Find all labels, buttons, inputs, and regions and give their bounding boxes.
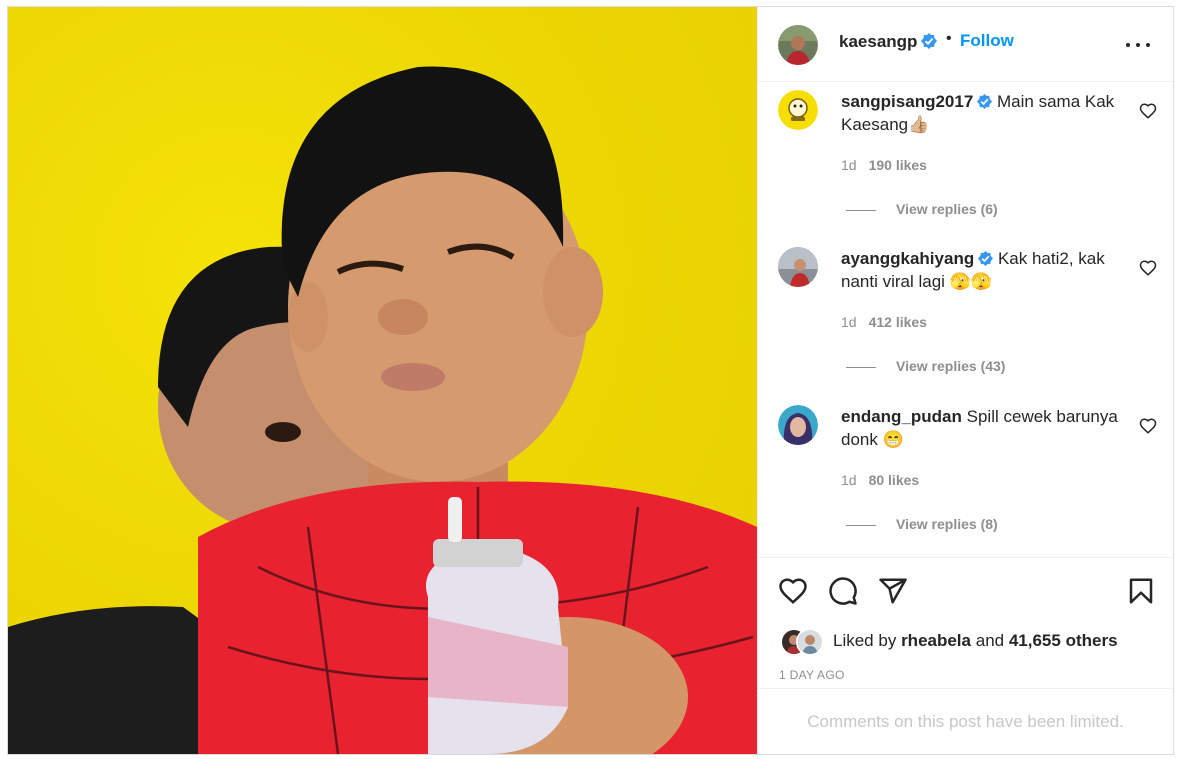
comments-limited-notice: Comments on this post have been limited.: [758, 688, 1173, 755]
header-separator: •: [946, 30, 952, 47]
view-replies-button[interactable]: View replies (8): [846, 516, 998, 532]
photo-illustration: [8, 7, 757, 754]
comment-icon[interactable]: [828, 576, 858, 606]
comment-likes[interactable]: 190 likes: [869, 157, 927, 173]
comments-list: sangpisang2017 Main sama Kak Kaesang👍🏼 1…: [758, 82, 1173, 557]
likes-text: Liked by rheabela and 41,655 others: [833, 631, 1118, 651]
comment-username[interactable]: ayanggkahiyang: [841, 249, 974, 268]
view-replies-button[interactable]: View replies (43): [846, 358, 1005, 374]
comment-age: 1d: [841, 157, 857, 173]
comment-text: endang_pudan Spill cewek barunya donk 😁: [841, 405, 1131, 451]
post-modal: kaesangp • Follow sangpisang2017 Main sa…: [7, 6, 1174, 755]
replies-divider: [846, 524, 876, 526]
more-options-icon[interactable]: [1126, 37, 1150, 53]
verified-badge-icon: [977, 94, 993, 109]
comment-age: 1d: [841, 314, 857, 330]
view-replies-label: View replies (6): [896, 201, 998, 217]
likes-prefix: Liked by: [833, 631, 897, 650]
likes-count[interactable]: 41,655 others: [1009, 631, 1118, 650]
send-icon[interactable]: [878, 576, 908, 606]
verified-badge-icon: [921, 33, 938, 49]
comment-item: sangpisang2017 Main sama Kak Kaesang👍🏼 1…: [758, 82, 1173, 232]
comment-likes[interactable]: 412 likes: [869, 314, 927, 330]
post-header: kaesangp • Follow: [758, 7, 1173, 82]
comment-username[interactable]: endang_pudan: [841, 407, 962, 426]
follow-button[interactable]: Follow: [960, 31, 1014, 51]
comment-meta: 1d 80 likes: [841, 472, 919, 488]
comment-text: sangpisang2017 Main sama Kak Kaesang👍🏼: [841, 90, 1131, 136]
comment-text: ayanggkahiyang Kak hati2, kak nanti vira…: [841, 247, 1131, 293]
post-timestamp[interactable]: 1 DAY AGO: [779, 668, 845, 682]
replies-divider: [846, 366, 876, 368]
comment-avatar[interactable]: [778, 90, 818, 130]
view-replies-label: View replies (8): [896, 516, 998, 532]
comment-avatar[interactable]: [778, 247, 818, 287]
comment-like-heart-icon[interactable]: [1139, 259, 1157, 277]
view-replies-button[interactable]: View replies (6): [846, 201, 998, 217]
comment-meta: 1d 190 likes: [841, 157, 927, 173]
heart-icon[interactable]: [778, 576, 808, 606]
post-photo[interactable]: [8, 7, 757, 754]
bookmark-icon[interactable]: [1126, 576, 1156, 606]
comment-likes[interactable]: 80 likes: [869, 472, 920, 488]
likes-middle: and: [975, 631, 1005, 650]
author-username[interactable]: kaesangp: [839, 32, 938, 52]
liker-username[interactable]: rheabela: [901, 631, 971, 650]
comment-meta: 1d 412 likes: [841, 314, 927, 330]
comment-item: ayanggkahiyang Kak hati2, kak nanti vira…: [758, 239, 1173, 389]
verified-badge-icon: [978, 251, 994, 266]
comment-avatar[interactable]: [778, 405, 818, 445]
comment-like-heart-icon[interactable]: [1139, 417, 1157, 435]
comment-username[interactable]: sangpisang2017: [841, 92, 973, 111]
liker-avatar[interactable]: [796, 628, 824, 656]
author-avatar[interactable]: [778, 25, 818, 65]
view-replies-label: View replies (43): [896, 358, 1006, 374]
post-actions: Liked by rheabela and 41,655 others 1 DA…: [758, 557, 1173, 758]
comment-like-heart-icon[interactable]: [1139, 102, 1157, 120]
replies-divider: [846, 209, 876, 211]
post-side-panel: kaesangp • Follow sangpisang2017 Main sa…: [757, 7, 1173, 754]
comment-age: 1d: [841, 472, 857, 488]
comment-item: endang_pudan Spill cewek barunya donk 😁 …: [758, 397, 1173, 547]
